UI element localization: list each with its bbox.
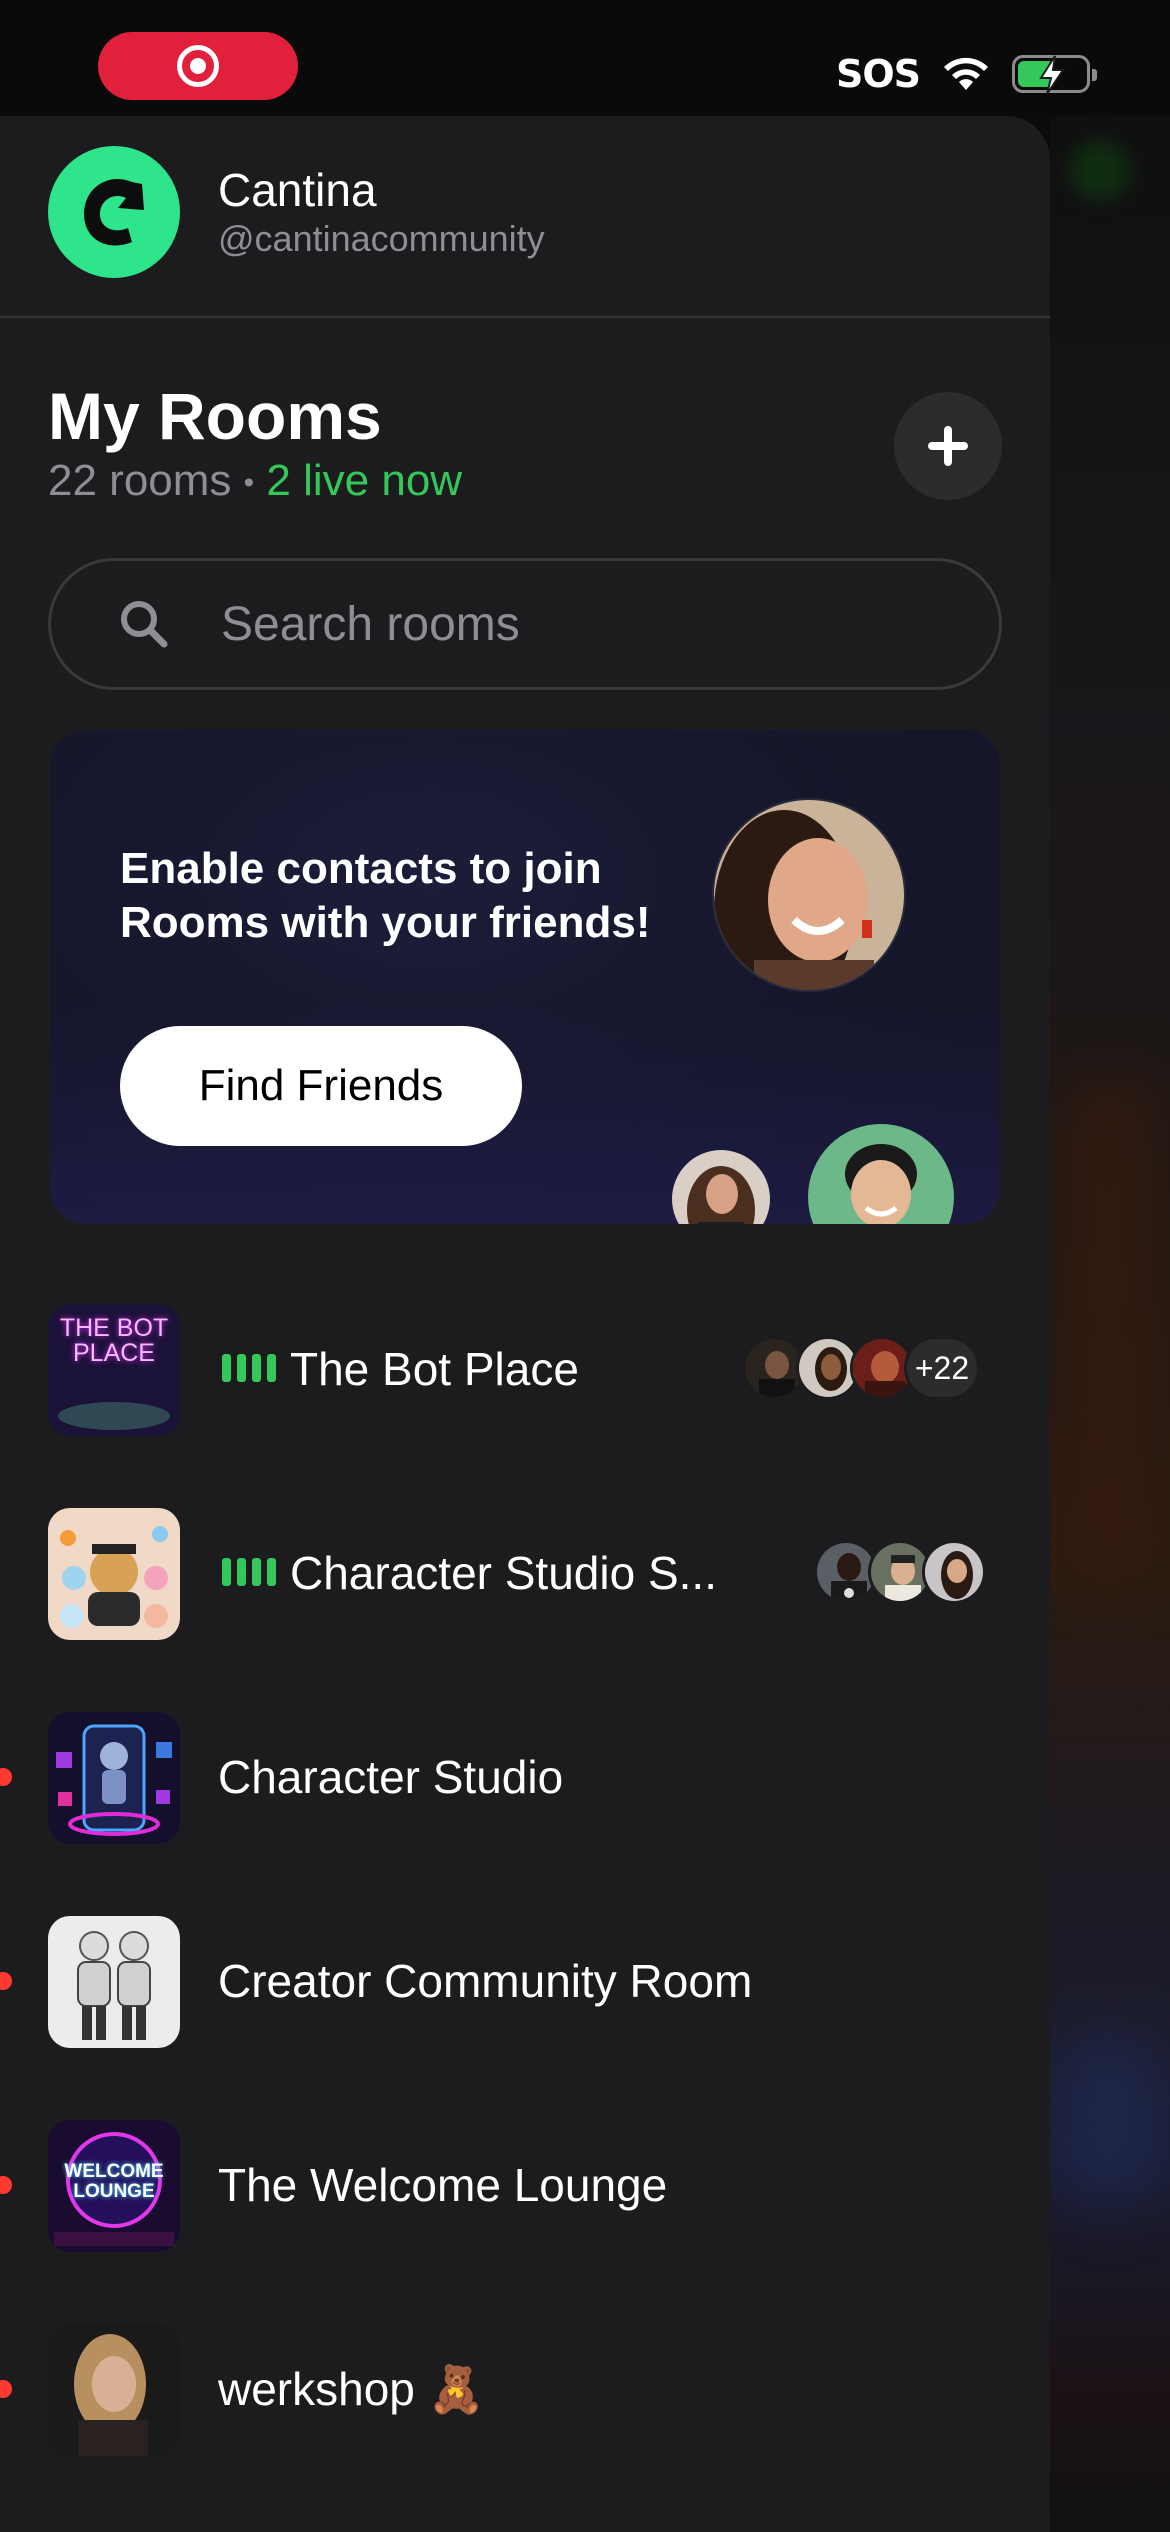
room-row[interactable]: Character Studio: [0, 1706, 1050, 1846]
profile-header[interactable]: Cantina @cantinacommunity: [48, 146, 545, 278]
search-placeholder: Search rooms: [221, 597, 520, 651]
page-title: My Rooms: [48, 379, 382, 453]
room-thumbnail-text: THE BOT PLACE: [59, 1314, 169, 1367]
separator-dot: •: [243, 466, 255, 500]
unread-dot: [0, 1768, 12, 1786]
unread-dot: [0, 2380, 12, 2398]
participant-overflow-count: +22: [904, 1336, 980, 1400]
room-thumbnail: [48, 2324, 180, 2456]
room-thumbnail: WELCOME LOUNGE: [48, 2120, 180, 2252]
room-thumbnail: THE BOT PLACE: [48, 1304, 180, 1436]
status-bar: SOS: [0, 0, 1170, 116]
room-name: Creator Community Room: [218, 1955, 753, 2007]
search-input[interactable]: Search rooms: [48, 558, 1002, 690]
promo-text: Enable contacts to join Rooms with your …: [120, 844, 651, 947]
cantina-logo-icon: [48, 146, 180, 278]
search-icon: [121, 601, 168, 648]
unread-dot: [0, 2176, 12, 2194]
rooms-count: 22 rooms: [48, 456, 232, 505]
plus-icon: [928, 426, 968, 466]
rooms-summary: 22 rooms • 2 live now: [48, 456, 462, 506]
room-row[interactable]: werkshop 🧸: [0, 2318, 1050, 2458]
find-friends-button[interactable]: Find Friends: [120, 1026, 522, 1146]
live-now-count: 2 live now: [266, 456, 463, 505]
participant-avatars: +22: [742, 1336, 980, 1400]
battery-icon: [1012, 55, 1097, 95]
live-indicator-icon: [222, 1354, 276, 1382]
divider: [0, 316, 1050, 318]
participant-avatars: [814, 1540, 986, 1604]
room-row[interactable]: THE BOT PLACE The Bot Place +22: [0, 1298, 1050, 1438]
find-friends-card: Enable contacts to join Rooms with your …: [50, 730, 1000, 1224]
add-room-button[interactable]: [894, 392, 1002, 500]
sos-label: SOS: [835, 52, 921, 96]
room-thumbnail: [48, 1712, 180, 1844]
profile-handle: @cantinacommunity: [218, 218, 545, 259]
participant-avatar: [922, 1540, 986, 1604]
room-row[interactable]: Character Studio S...: [0, 1502, 1050, 1642]
room-name: Character Studio S...: [290, 1547, 717, 1599]
room-name: The Bot Place: [290, 1343, 579, 1395]
room-name: Character Studio: [218, 1751, 564, 1803]
live-indicator-icon: [222, 1558, 276, 1586]
wifi-icon: [944, 57, 988, 90]
unread-dot: [0, 1972, 12, 1990]
room-name: The Welcome Lounge: [218, 2159, 668, 2211]
room-row[interactable]: WELCOME LOUNGE The Welcome Lounge: [0, 2114, 1050, 2254]
screen-recording-indicator[interactable]: [98, 32, 298, 100]
friend-avatar: [712, 798, 906, 992]
room-thumbnail: [48, 1508, 180, 1640]
room-thumbnail: [48, 1916, 180, 2048]
rooms-drawer: Cantina @cantinacommunity My Rooms 22 ro…: [0, 116, 1050, 2532]
record-icon: [177, 45, 219, 87]
room-name: werkshop 🧸: [218, 2363, 485, 2415]
profile-name: Cantina: [218, 164, 377, 216]
room-thumbnail-text: WELCOME LOUNGE: [64, 2161, 164, 2202]
room-row[interactable]: Creator Community Room: [0, 1910, 1050, 2050]
background-content: [1050, 0, 1170, 2532]
